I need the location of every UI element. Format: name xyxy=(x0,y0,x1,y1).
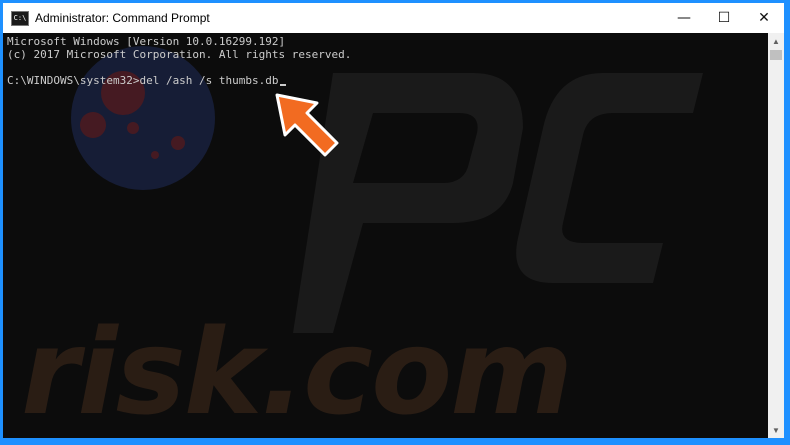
console-command: C:\WINDOWS\system32>del /ash /s thumbs.d… xyxy=(7,74,279,87)
window-controls: — ☐ ✕ xyxy=(664,3,784,33)
watermark-text: risk.com xyxy=(21,303,573,438)
scroll-down-arrow[interactable]: ▼ xyxy=(768,422,784,438)
vertical-scrollbar[interactable]: ▲ ▼ xyxy=(768,33,784,438)
title-bar[interactable]: C:\ Administrator: Command Prompt — ☐ ✕ xyxy=(3,3,784,33)
console-area[interactable]: risk.com Microsoft Windows [Version 10.0… xyxy=(3,33,768,438)
watermark-logo-dot xyxy=(171,136,185,150)
close-button[interactable]: ✕ xyxy=(744,3,784,33)
arrow-pointer-icon xyxy=(275,93,339,157)
cmd-icon[interactable]: C:\ xyxy=(11,10,29,26)
text-cursor xyxy=(279,84,286,86)
window-bottom-border xyxy=(3,438,784,445)
maximize-button[interactable]: ☐ xyxy=(704,3,744,33)
scroll-up-arrow[interactable]: ▲ xyxy=(768,33,784,49)
watermark-logo-circle xyxy=(71,46,215,190)
console-line: Microsoft Windows [Version 10.0.16299.19… xyxy=(7,35,286,48)
window-title: Administrator: Command Prompt xyxy=(35,11,210,25)
console-line: (c) 2017 Microsoft Corporation. All righ… xyxy=(7,48,352,61)
watermark-logo-dot xyxy=(127,122,139,134)
minimize-button[interactable]: — xyxy=(664,3,704,33)
watermark-letter-c xyxy=(516,73,703,283)
scroll-thumb[interactable] xyxy=(770,50,782,60)
watermark-logo-dot xyxy=(80,112,106,138)
console-prompt-line[interactable]: C:\WINDOWS\system32>del /ash /s thumbs.d… xyxy=(7,74,286,87)
watermark-logo-dot xyxy=(151,151,159,159)
